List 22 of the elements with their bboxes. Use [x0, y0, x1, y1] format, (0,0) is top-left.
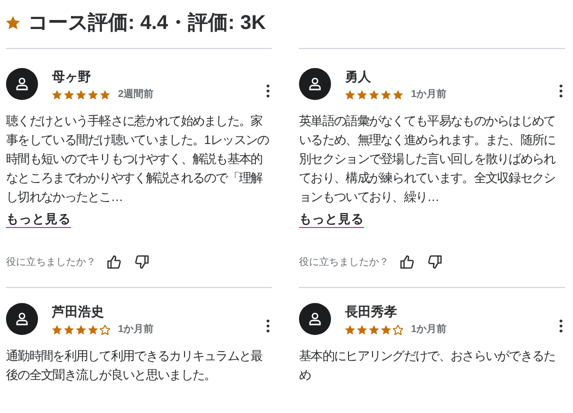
- reviewer-name: 勇人: [345, 69, 372, 85]
- review-text: 英単語の語彙がなくても平易なものからはじめているため、無理なく進められます。また、随所に別セクションで登場した言い回しを散りばめられており、構成が練られています。全文収録セクションもついており、繰り…: [299, 113, 556, 206]
- reviewer-name: 芦田浩史: [52, 304, 105, 320]
- avatar: [299, 303, 331, 335]
- avatar: [299, 68, 331, 100]
- review-time: 1か月前: [411, 322, 447, 337]
- avatar: [6, 68, 38, 100]
- review-time: 1か月前: [411, 88, 447, 102]
- review-text: 通勤時間を利用して利用できるカリキュラムと最後の全文聞き流しが良いと思いました。: [6, 348, 264, 384]
- avatar: [6, 303, 38, 335]
- reviewer-name: 母ヶ野: [52, 69, 92, 85]
- helpful-question: 役に立ちましたか？: [299, 256, 389, 270]
- review-time: 2週間前: [118, 88, 154, 102]
- show-more-link[interactable]: もっと見る: [299, 210, 364, 229]
- helpful-question: 役に立ちましたか？: [6, 256, 96, 270]
- review-time: 1か月前: [118, 322, 154, 337]
- reviewer-name: 長田秀孝: [345, 304, 398, 320]
- section-heading: コース評価: 4.4・評価: 3K: [28, 11, 266, 36]
- show-more-link[interactable]: もっと見る: [6, 210, 71, 229]
- review-text: 基本的にヒアリングだけで、おさらいができるため: [299, 348, 556, 384]
- review-text: 聴くだけという手軽さに惹かれて始めました。家事をしている間だけ聴いていました。1レッスンの時間も短いのでキリもつけやすく、解説も基本的なところまでわかりやすく解説されるので「理解し切れなかったとこ…: [6, 113, 270, 206]
- star-icon: [6, 16, 20, 30]
